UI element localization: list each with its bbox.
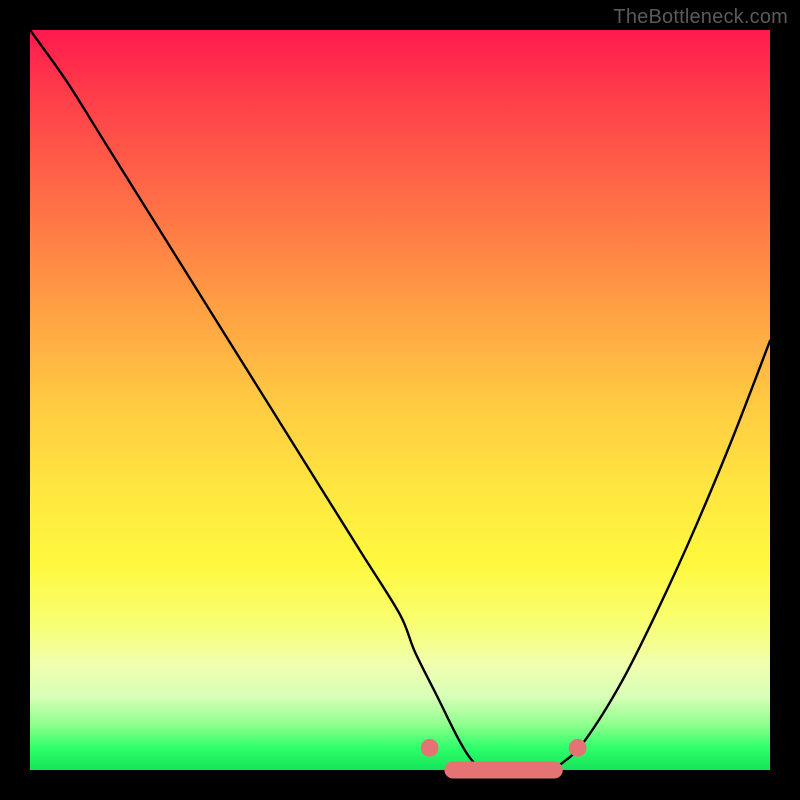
- plot-area: [30, 30, 770, 770]
- watermark-text: TheBottleneck.com: [613, 6, 788, 29]
- bottleneck-curve: [30, 30, 770, 771]
- left-knee-dot: [421, 739, 439, 757]
- curve-svg: [30, 30, 770, 770]
- flat-region: [444, 761, 562, 778]
- chart-frame: TheBottleneck.com: [0, 0, 800, 800]
- right-knee-dot: [569, 739, 587, 757]
